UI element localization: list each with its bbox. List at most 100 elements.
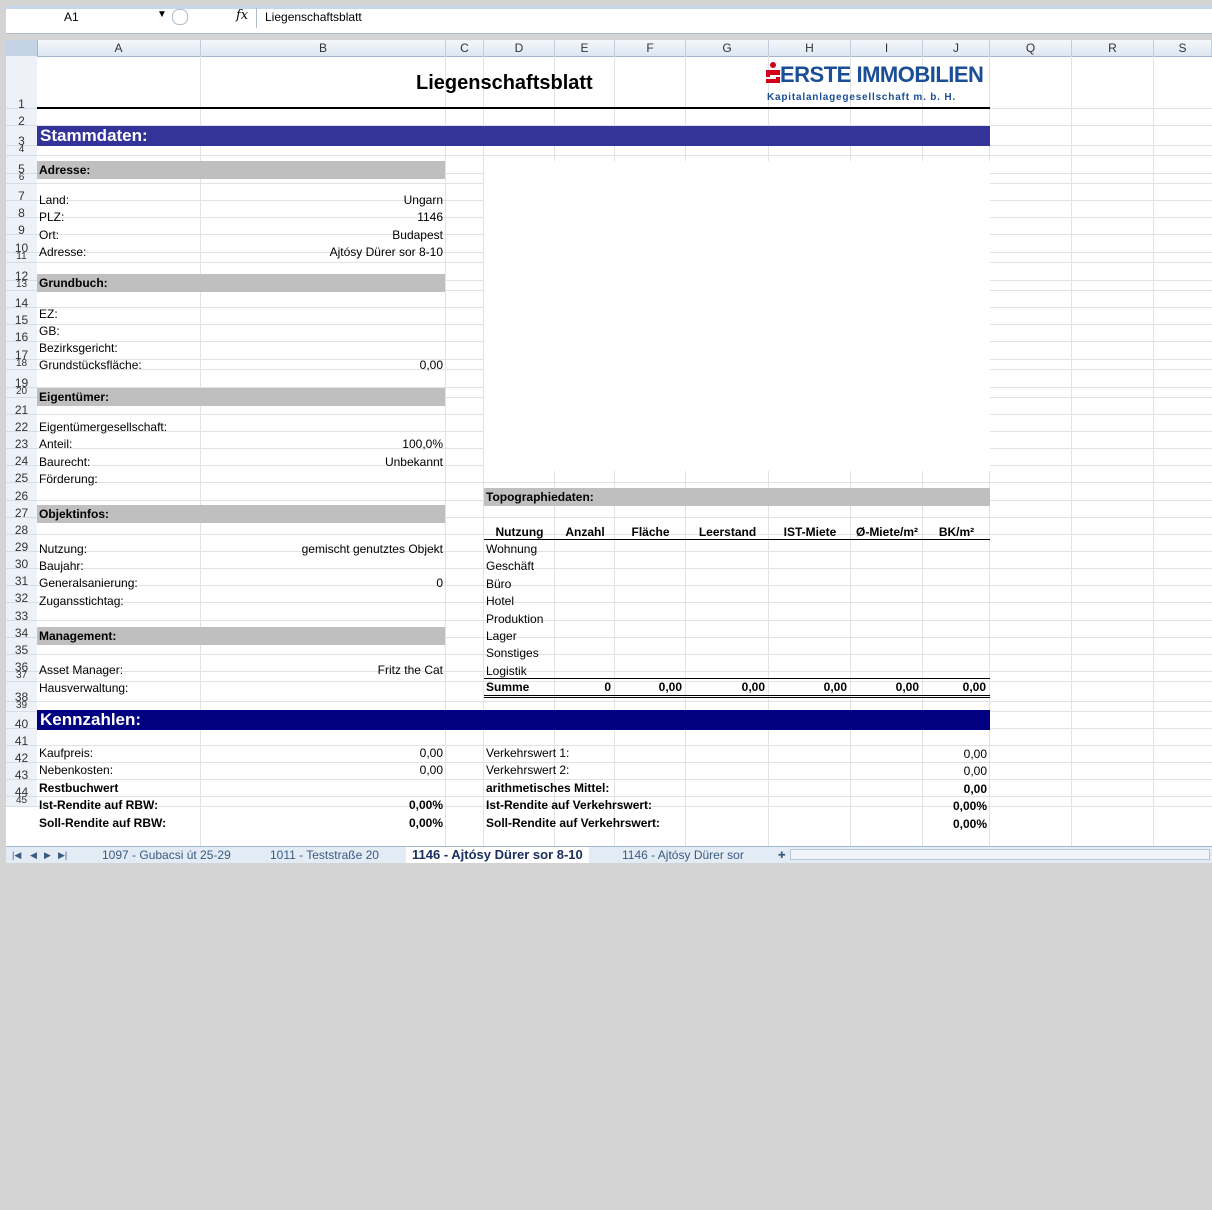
sum-value[interactable]: 0,00 bbox=[769, 680, 847, 694]
row-header[interactable]: 37 bbox=[6, 671, 37, 682]
row-header[interactable]: 7 bbox=[6, 184, 37, 203]
value-soll-rendite-rbw[interactable]: 0,00% bbox=[206, 816, 443, 830]
column-header[interactable]: B bbox=[201, 40, 446, 56]
row-header[interactable]: 9 bbox=[6, 218, 37, 237]
row-header[interactable]: 11 bbox=[6, 252, 37, 263]
sheet-tab-active[interactable]: 1146 - Ajtósy Dürer sor 8-10 bbox=[406, 847, 589, 863]
sheet-tab[interactable]: 1146 - Ajtósy Dürer sor bbox=[622, 847, 744, 863]
value-soll-rendite-verkehrswert[interactable]: 0,00% bbox=[906, 817, 987, 831]
insert-sheet-icon[interactable]: ✚ bbox=[778, 847, 786, 863]
column-header[interactable]: R bbox=[1072, 40, 1154, 56]
value-verkehrswert-2[interactable]: 0,00 bbox=[906, 764, 987, 778]
column-header[interactable]: I bbox=[851, 40, 923, 56]
formula-input[interactable]: Liegenschaftsblatt bbox=[265, 10, 362, 24]
label-verkehrswert-1: Verkehrswert 1: bbox=[486, 746, 570, 760]
cancel-icon[interactable] bbox=[172, 9, 188, 25]
sum-value[interactable]: 0 bbox=[555, 680, 611, 694]
row-header[interactable]: 15 bbox=[6, 308, 37, 327]
last-sheet-icon[interactable]: ▶| bbox=[58, 847, 67, 863]
row-header[interactable]: 16 bbox=[6, 325, 37, 344]
topo-column-header: Nutzung bbox=[495, 525, 544, 539]
value-grundstuecksflaeche[interactable]: 0,00 bbox=[206, 358, 443, 372]
row-header[interactable]: 38 bbox=[6, 682, 37, 704]
image-placeholder[interactable] bbox=[484, 161, 990, 471]
column-header[interactable]: G bbox=[686, 40, 769, 56]
value-ist-rendite-verkehrswert[interactable]: 0,00% bbox=[906, 799, 987, 813]
value-ist-rendite-rbw[interactable]: 0,00% bbox=[206, 798, 443, 812]
sum-value[interactable]: 0,00 bbox=[923, 680, 986, 694]
column-header[interactable]: Q bbox=[990, 40, 1072, 56]
column-header[interactable]: E bbox=[555, 40, 615, 56]
name-box[interactable]: A1 bbox=[64, 10, 168, 28]
sum-value[interactable]: 0,00 bbox=[615, 680, 682, 694]
first-sheet-icon[interactable]: |◀ bbox=[12, 847, 21, 863]
horizontal-scrollbar[interactable] bbox=[790, 849, 1210, 860]
value-baurecht[interactable]: Unbekannt bbox=[206, 455, 443, 469]
column-header[interactable]: F bbox=[615, 40, 686, 56]
chevron-down-icon[interactable]: ▼ bbox=[157, 9, 167, 20]
row-header[interactable]: 43 bbox=[6, 763, 37, 782]
function-icon[interactable]: fx bbox=[236, 8, 248, 23]
group-adresse: Adresse: bbox=[37, 161, 445, 179]
sum-value[interactable]: 0,00 bbox=[686, 680, 765, 694]
row-header[interactable]: 6 bbox=[6, 173, 37, 184]
row-header[interactable]: 30 bbox=[6, 552, 37, 571]
row-header[interactable]: 23 bbox=[6, 432, 37, 451]
value-adresse[interactable]: Ajtósy Dürer sor 8-10 bbox=[206, 245, 443, 259]
value-generalsanierung[interactable]: 0 bbox=[206, 576, 443, 590]
row-header[interactable]: 20 bbox=[6, 387, 37, 398]
column-header[interactable]: J bbox=[923, 40, 990, 56]
row-header[interactable]: 18 bbox=[6, 359, 37, 370]
value-asset-manager[interactable]: Fritz the Cat bbox=[206, 663, 443, 677]
column-header[interactable]: S bbox=[1154, 40, 1212, 56]
next-sheet-icon[interactable]: ▶ bbox=[44, 847, 51, 863]
row-header[interactable]: 25 bbox=[6, 466, 37, 485]
value-anteil[interactable]: 100,0% bbox=[206, 437, 443, 451]
value-verkehrswert-1[interactable]: 0,00 bbox=[906, 747, 987, 761]
prev-sheet-icon[interactable]: ◀ bbox=[30, 847, 37, 863]
value-land[interactable]: Ungarn bbox=[206, 193, 443, 207]
label-hausverwaltung: Hausverwaltung: bbox=[39, 681, 129, 695]
sum-value[interactable]: 0,00 bbox=[851, 680, 919, 694]
sheet-tab[interactable]: 1011 - Teststraße 20 bbox=[270, 847, 379, 863]
row-header[interactable]: 13 bbox=[6, 280, 37, 291]
row-header[interactable]: 29 bbox=[6, 535, 37, 554]
value-nebenkosten[interactable]: 0,00 bbox=[206, 763, 443, 777]
column-header[interactable]: H bbox=[769, 40, 851, 56]
row-header[interactable]: 22 bbox=[6, 415, 37, 434]
row-header[interactable]: 26 bbox=[6, 483, 37, 503]
row-header[interactable]: 28 bbox=[6, 518, 37, 537]
row-header[interactable]: 31 bbox=[6, 569, 37, 588]
row-header[interactable]: 4 bbox=[6, 145, 37, 156]
row-header[interactable]: 45 bbox=[6, 796, 37, 807]
row-header[interactable]: 39 bbox=[6, 701, 37, 712]
row-header[interactable]: 2 bbox=[6, 109, 37, 128]
row-header[interactable]: 27 bbox=[6, 501, 37, 520]
row-header[interactable]: 3 bbox=[6, 126, 37, 148]
spreadsheet-grid[interactable]: ABCDEFGHIJQRS 1 2 3 4 5 6 7 8 9 10 11 12 13 14 15 16 17 1… bbox=[6, 40, 1212, 846]
value-ort[interactable]: Budapest bbox=[206, 228, 443, 242]
row-header[interactable]: 41 bbox=[6, 729, 37, 748]
row-header[interactable]: 33 bbox=[6, 603, 37, 623]
row-header[interactable]: 21 bbox=[6, 398, 37, 417]
row-header[interactable]: 40 bbox=[6, 712, 37, 731]
row-header[interactable]: 42 bbox=[6, 746, 37, 765]
row-header[interactable]: 35 bbox=[6, 638, 37, 657]
row-header[interactable]: 24 bbox=[6, 449, 37, 468]
row-header[interactable]: 1 bbox=[6, 56, 37, 111]
row-header[interactable]: 32 bbox=[6, 586, 37, 605]
row-header[interactable]: 8 bbox=[6, 201, 37, 220]
row-header[interactable]: 14 bbox=[6, 291, 37, 310]
value-arithmetisches-mittel[interactable]: 0,00 bbox=[906, 782, 987, 796]
sheet-tab[interactable]: 1097 - Gubacsi út 25-29 bbox=[102, 847, 231, 863]
column-header[interactable]: D bbox=[484, 40, 555, 56]
row-header[interactable]: 34 bbox=[6, 621, 37, 640]
value-plz[interactable]: 1146 bbox=[206, 210, 443, 224]
page-title: Liegenschaftsblatt bbox=[416, 72, 593, 94]
column-header[interactable]: A bbox=[37, 40, 201, 56]
label-nebenkosten: Nebenkosten: bbox=[39, 763, 114, 777]
value-kaufpreis[interactable]: 0,00 bbox=[206, 746, 443, 760]
value-nutzung[interactable]: gemischt genutztes Objekt bbox=[206, 542, 443, 556]
column-header[interactable]: C bbox=[446, 40, 484, 56]
select-all-corner[interactable] bbox=[6, 40, 38, 56]
